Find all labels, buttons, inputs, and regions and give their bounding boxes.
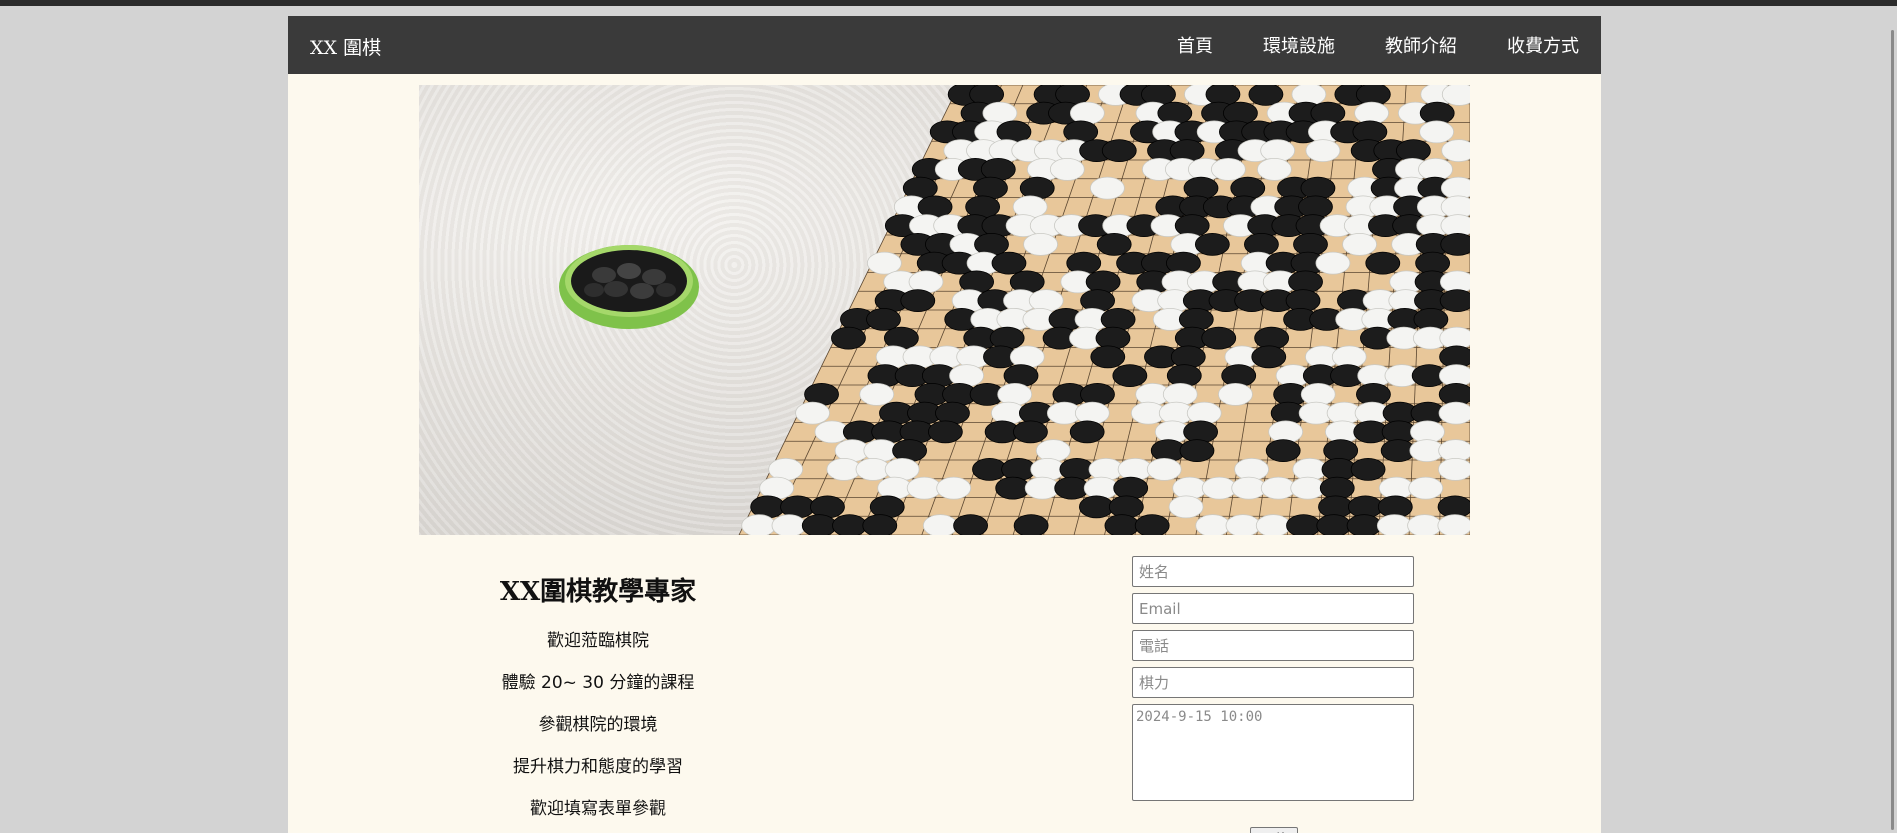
intro-line-form: 歡迎填寫表單參觀 [530,799,666,819]
brand-logo-text[interactable]: XX 圍棋 [310,33,381,60]
intro-line-visit: 參觀棋院的環境 [538,715,658,735]
nav-links: 首頁 環境設施 教師介紹 收費方式 [1177,32,1579,58]
intro-line-trial: 體驗 20~ 30 分鐘的課程 [501,673,695,693]
intro-title: XX圍棋教學專家 [499,577,697,607]
email-field[interactable] [1132,593,1414,624]
name-field[interactable] [1132,556,1414,587]
nav-link-teachers[interactable]: 教師介紹 [1385,32,1457,58]
intro-section: XX圍棋教學專家 歡迎蒞臨棋院 體驗 20~ 30 分鐘的課程 參觀棋院的環境 … [418,571,778,833]
stone-bowl-icon [559,245,699,329]
browser-top-strip [0,0,1897,6]
nav-link-home[interactable]: 首頁 [1177,32,1213,58]
datetime-textarea[interactable] [1132,704,1414,801]
page-container: XX 圍棋 首頁 環境設施 教師介紹 收費方式 XX圍棋教學專家 歡迎蒞臨棋院 [288,16,1601,833]
phone-field[interactable] [1132,630,1414,661]
intro-line-improve: 提升棋力和態度的學習 [513,757,683,777]
nav-link-fees[interactable]: 收費方式 [1507,32,1579,58]
nav-link-facilities[interactable]: 環境設施 [1263,32,1335,58]
level-field[interactable] [1132,667,1414,698]
page-scrollbar[interactable] [1891,30,1894,830]
hero-image [419,85,1470,535]
intro-line-welcome: 歡迎蒞臨棋院 [547,631,649,651]
navbar: XX 圍棋 首頁 環境設施 教師介紹 收費方式 [288,16,1601,74]
submit-button[interactable]: 預約 [1250,827,1298,833]
booking-form: 預約 [1132,556,1414,833]
